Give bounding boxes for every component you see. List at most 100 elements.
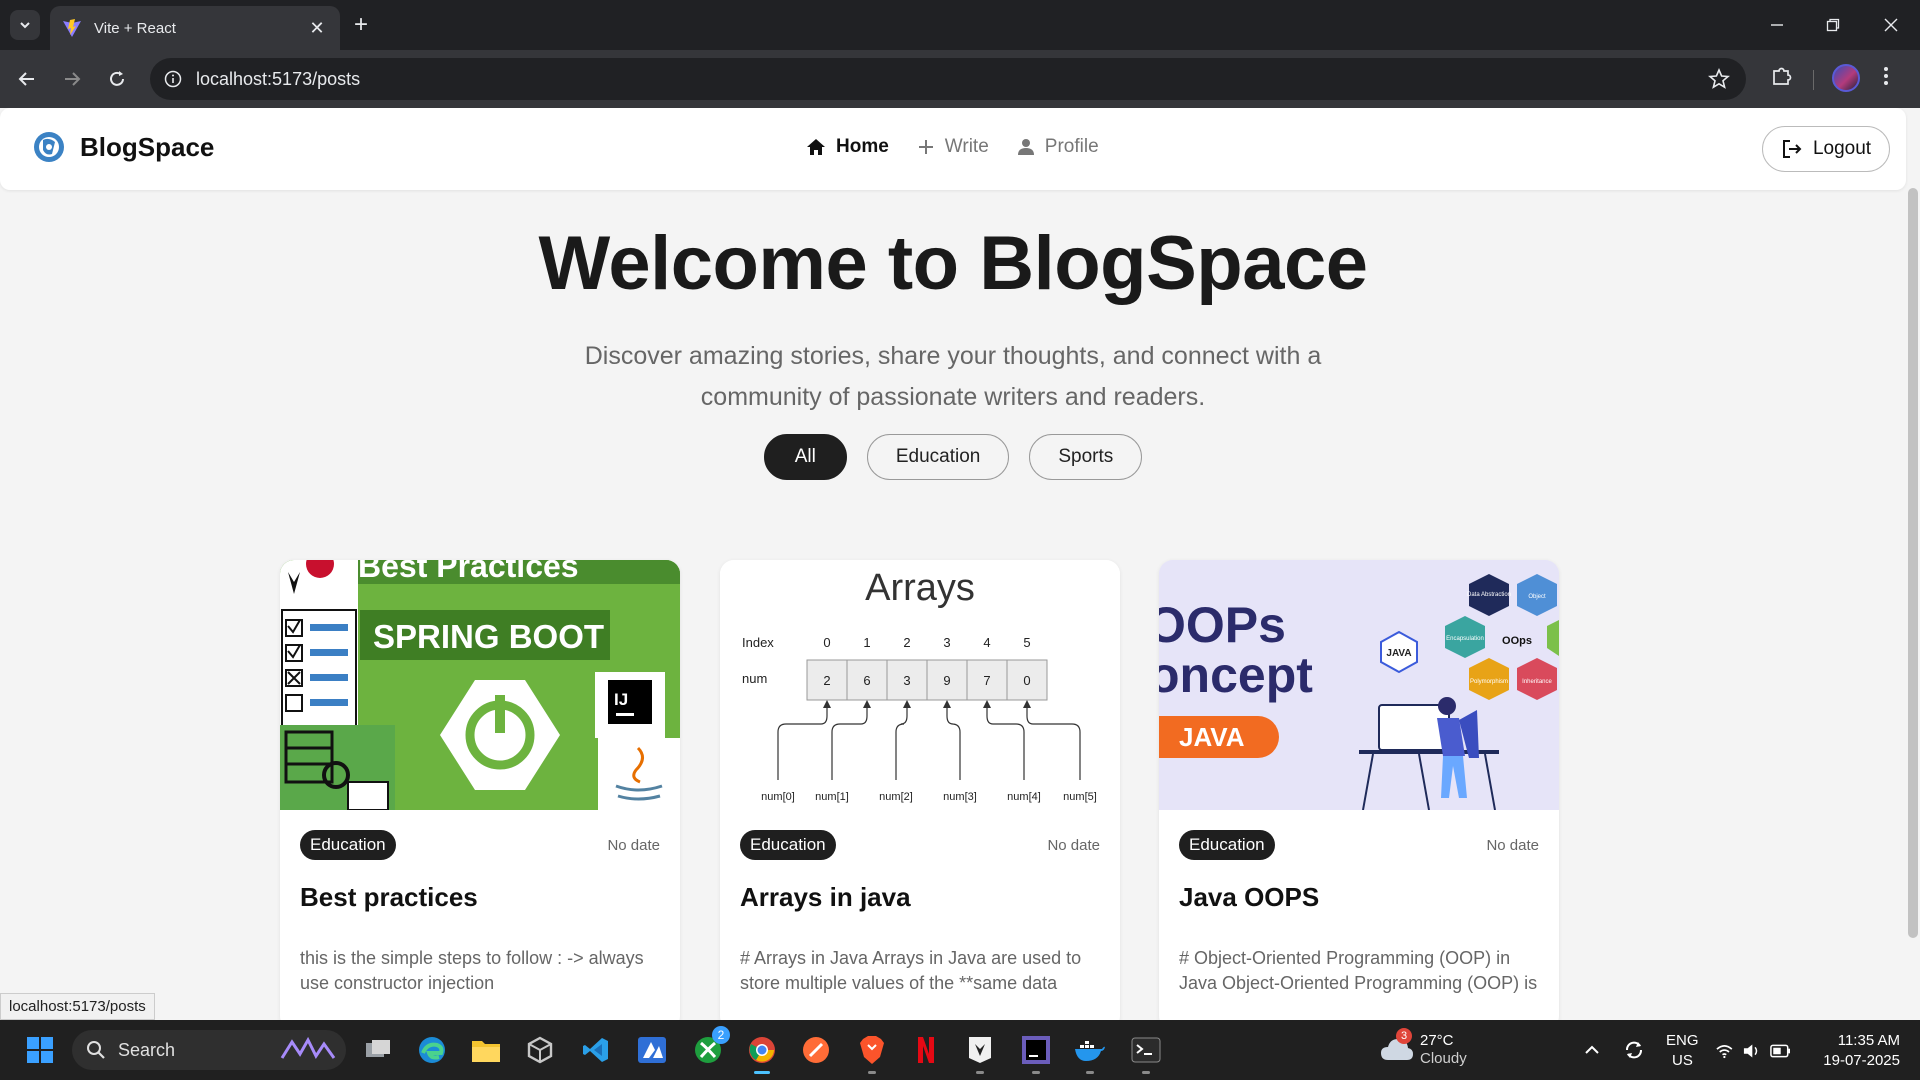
- logout-button[interactable]: Logout: [1762, 126, 1890, 172]
- region-code: US: [1672, 1052, 1693, 1069]
- chevron-up-icon: [1585, 1045, 1599, 1054]
- unity-app[interactable]: [520, 1030, 560, 1070]
- bookmark-star-button[interactable]: [1708, 67, 1730, 95]
- category-badge[interactable]: Education: [740, 830, 836, 860]
- logout-label: Logout: [1812, 138, 1872, 159]
- reload-button[interactable]: [102, 64, 132, 94]
- new-tab-button[interactable]: +: [354, 12, 368, 38]
- filter-sports[interactable]: Sports: [1029, 434, 1143, 480]
- category-badge[interactable]: Education: [1179, 830, 1275, 860]
- running-indicator: [1032, 1071, 1040, 1074]
- image-line1-text: OOPs: [1159, 597, 1286, 653]
- windows-taskbar: Search 2 3 27°C Cloudy ENG US 11:35 AM 1…: [0, 1020, 1920, 1080]
- plus-icon: [918, 140, 933, 154]
- netflix-app[interactable]: [906, 1030, 946, 1070]
- extensions-button[interactable]: [1770, 64, 1794, 93]
- intellij-icon: [1022, 1036, 1050, 1064]
- chrome-app[interactable]: [742, 1030, 782, 1074]
- azure-app[interactable]: [632, 1030, 672, 1070]
- site-info-icon[interactable]: [164, 70, 182, 88]
- running-indicator: [976, 1071, 984, 1074]
- file-explorer-app[interactable]: [466, 1030, 506, 1070]
- home-icon: [807, 139, 825, 155]
- array-ref-label: num[3]: [943, 791, 977, 803]
- filter-education[interactable]: Education: [866, 434, 1010, 480]
- hex-encapsulation: Encapsulation: [1446, 636, 1484, 642]
- shield-box-icon: [969, 1037, 991, 1063]
- browser-tabbar: Vite + React ✕ +: [0, 0, 1920, 50]
- array-pointer-arrow: [823, 700, 831, 708]
- minimize-icon: [1771, 24, 1783, 26]
- taskbar-search[interactable]: Search: [72, 1030, 346, 1070]
- brand-name: BlogSpace: [80, 131, 215, 162]
- post-title[interactable]: Java OOPS: [1179, 882, 1319, 913]
- forward-button[interactable]: [57, 64, 87, 94]
- post-thumbnail: Arrays Index num 0 2 num[0] 1 6 num[1] 2 3 num[2…: [720, 560, 1120, 810]
- post-excerpt: # Object-Oriented Programming (OOP) in J…: [1179, 948, 1538, 993]
- clock-time: 11:35 AM: [1837, 1032, 1900, 1049]
- nav-profile-link[interactable]: Profile: [1017, 136, 1099, 158]
- weather-alert-badge: 3: [1396, 1028, 1412, 1044]
- show-hidden-icons-button[interactable]: [1572, 1030, 1612, 1070]
- start-button[interactable]: [20, 1030, 60, 1070]
- task-view-button[interactable]: [358, 1030, 398, 1070]
- sync-icon: [1626, 1041, 1642, 1059]
- vscode-icon: [583, 1038, 608, 1062]
- category-filters: All Education Sports: [0, 434, 1906, 480]
- active-indicator: [754, 1071, 770, 1074]
- running-indicator: [868, 1071, 876, 1074]
- filter-all[interactable]: All: [763, 434, 847, 480]
- post-title[interactable]: Best practices: [300, 882, 478, 913]
- reload-icon: [110, 71, 124, 86]
- close-window-button[interactable]: [1876, 10, 1906, 40]
- image-heading-text: Best Practices: [358, 560, 579, 584]
- nav-write-link[interactable]: Write: [917, 136, 989, 158]
- star-icon: [1708, 67, 1730, 89]
- clock[interactable]: 11:35 AM 19-07-2025: [1810, 1032, 1900, 1072]
- epic-games-app[interactable]: [960, 1030, 1000, 1074]
- brand[interactable]: BlogSpace: [32, 130, 214, 164]
- close-tab-icon[interactable]: ✕: [306, 18, 328, 39]
- more-vertical-icon: [1884, 67, 1888, 85]
- hero-subtitle: Discover amazing stories, share your tho…: [584, 342, 1322, 411]
- vite-logo-icon: [63, 19, 81, 37]
- chrome-icon: [749, 1037, 775, 1063]
- post-card[interactable]: Arrays Index num 0 2 num[0] 1 6 num[1] 2 3 num[2…: [720, 560, 1120, 1020]
- cube-icon: [527, 1036, 553, 1064]
- terminal-app[interactable]: [1126, 1030, 1166, 1074]
- profile-avatar[interactable]: [1832, 64, 1860, 92]
- nav-home-link[interactable]: Home: [806, 136, 889, 158]
- xbox-app[interactable]: 2: [688, 1026, 730, 1070]
- array-cell-value: 7: [983, 673, 990, 688]
- running-indicator: [1086, 1071, 1094, 1074]
- vscode-app[interactable]: [576, 1030, 616, 1070]
- minimize-button[interactable]: [1762, 10, 1792, 40]
- postman-app[interactable]: [796, 1030, 836, 1070]
- browser-tab[interactable]: Vite + React ✕: [50, 6, 340, 50]
- intellij-app[interactable]: [1016, 1030, 1056, 1074]
- restore-button[interactable]: [1818, 10, 1848, 40]
- browser-menu-button[interactable]: [1882, 64, 1890, 93]
- quick-settings[interactable]: [1716, 1040, 1790, 1062]
- post-card[interactable]: OOPs oncept JAVA JAVA Data Abstraction O…: [1159, 560, 1559, 1020]
- address-bar[interactable]: localhost:5173/posts: [150, 58, 1746, 100]
- logout-icon: [1782, 140, 1802, 158]
- folder-icon: [472, 1041, 500, 1062]
- page-scrollbar[interactable]: [1908, 188, 1918, 938]
- sync-status-button[interactable]: [1614, 1030, 1654, 1070]
- docker-app[interactable]: [1070, 1030, 1110, 1074]
- back-button[interactable]: [12, 64, 42, 94]
- array-ref-label: num[0]: [761, 791, 795, 803]
- tab-search-button[interactable]: [10, 10, 40, 40]
- post-title[interactable]: Arrays in java: [740, 882, 911, 913]
- num-row-label: num: [742, 671, 767, 686]
- hex-oops: OOps: [1502, 635, 1532, 647]
- category-badge[interactable]: Education: [300, 830, 396, 860]
- image-line2-text: oncept: [1159, 647, 1313, 703]
- weather-widget[interactable]: 3 27°C Cloudy: [1380, 1028, 1500, 1070]
- brave-app[interactable]: [852, 1030, 892, 1074]
- brand-logo-icon: [34, 132, 64, 162]
- edge-app[interactable]: [412, 1030, 452, 1070]
- post-card[interactable]: Best Practices SPRING BOOT IJ Education …: [280, 560, 680, 1020]
- language-indicator[interactable]: ENG US: [1664, 1032, 1700, 1072]
